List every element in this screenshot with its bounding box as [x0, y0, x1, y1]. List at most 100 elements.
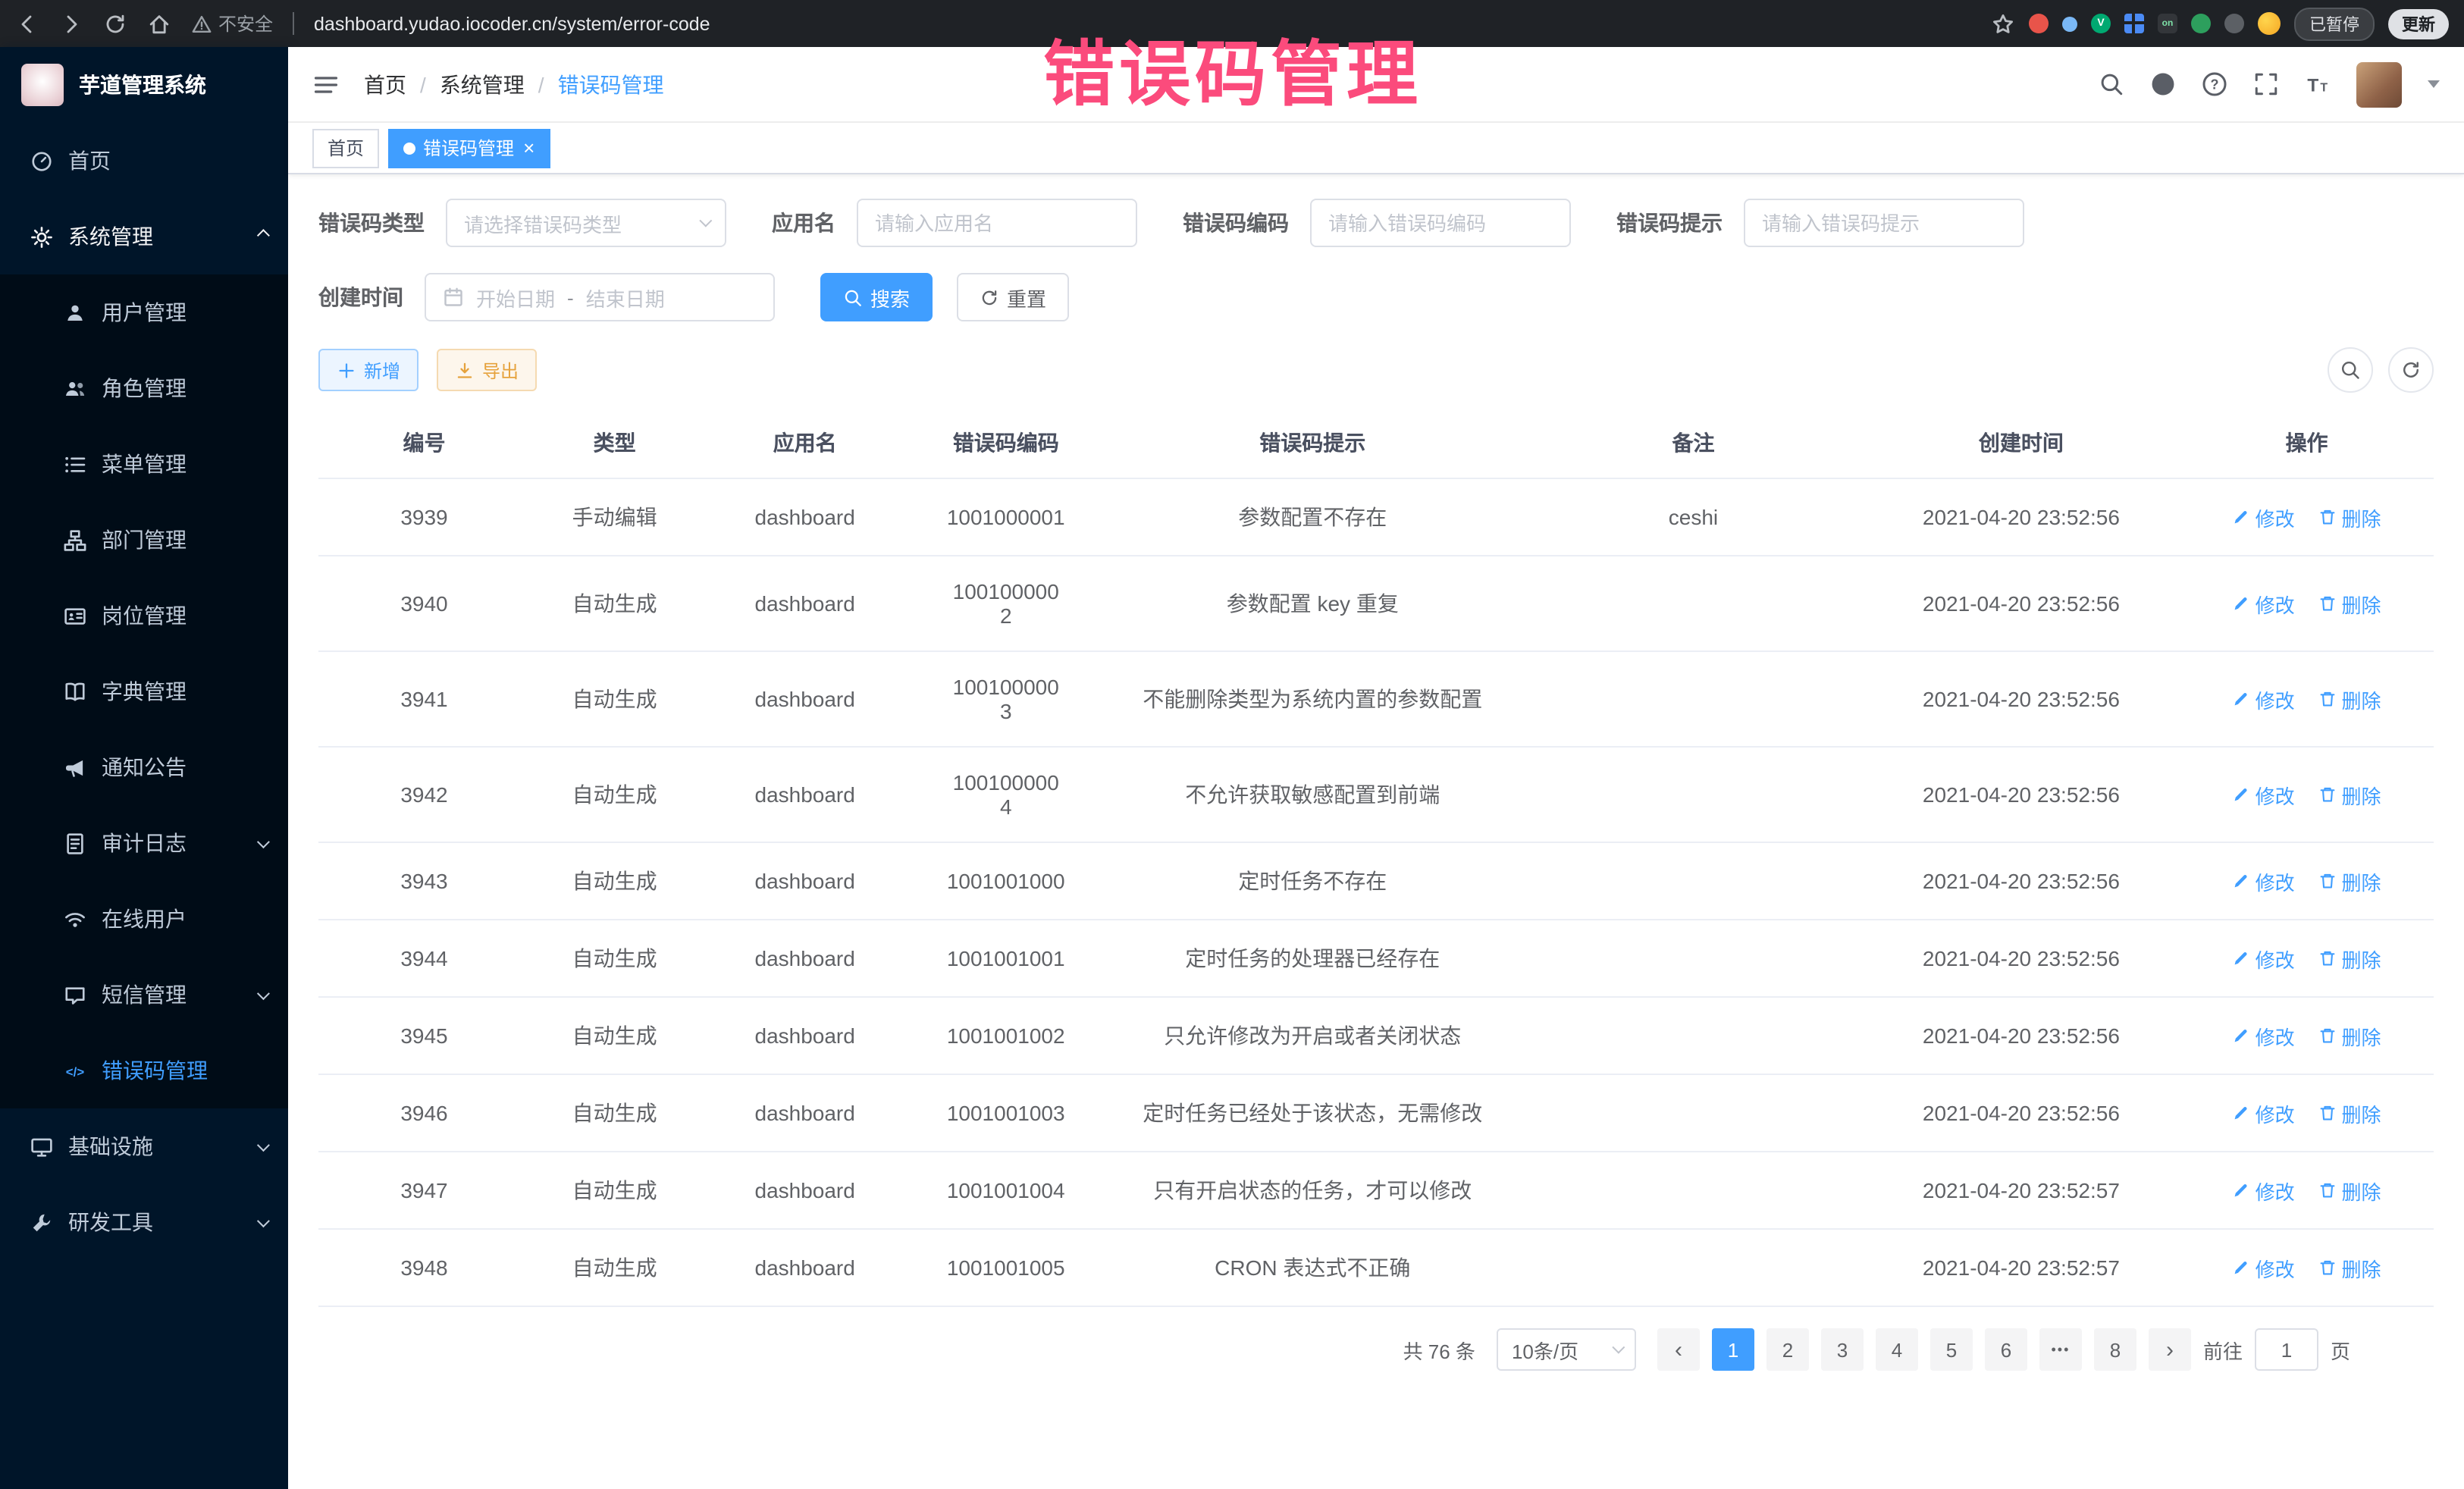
profile-emoji-icon[interactable] [2258, 12, 2281, 35]
extension-icon[interactable] [2062, 16, 2077, 31]
sidebar-item[interactable]: 系统管理 [0, 199, 288, 274]
sidebar-item[interactable]: 通知公告 [0, 729, 288, 805]
page-button[interactable]: 1 [1712, 1328, 1754, 1371]
extension-icon[interactable] [2191, 14, 2211, 33]
home-icon[interactable] [147, 11, 171, 36]
edit-link[interactable]: 修改 [2233, 1253, 2295, 1282]
edit-link[interactable]: 修改 [2233, 1176, 2295, 1205]
delete-link[interactable]: 删除 [2318, 944, 2381, 973]
extension-icon[interactable]: V [2091, 14, 2111, 33]
filter-error-type: 错误码类型 请选择错误码类型 [318, 199, 726, 247]
prev-page-button[interactable]: ‹ [1657, 1328, 1700, 1371]
site-security-indicator[interactable]: 不安全 [191, 11, 273, 36]
sidebar-item[interactable]: </> 错误码管理 [0, 1033, 288, 1108]
date-range-picker[interactable]: 开始日期 - 结束日期 [425, 273, 775, 321]
sidebar-item[interactable]: 研发工具 [0, 1184, 288, 1260]
app-name-input[interactable] [857, 199, 1137, 247]
error-type-select[interactable]: 请选择错误码类型 [446, 199, 726, 247]
sidebar-item[interactable]: 部门管理 [0, 502, 288, 578]
page-button[interactable]: ••• [2039, 1328, 2082, 1371]
app-logo[interactable]: 芋道管理系统 [0, 47, 288, 123]
edit-link[interactable]: 修改 [2233, 944, 2295, 973]
tab-home[interactable]: 首页 [312, 128, 379, 168]
sidebar-item[interactable]: 首页 [0, 123, 288, 199]
sidebar-item[interactable]: 基础设施 [0, 1108, 288, 1184]
extension-icon[interactable] [2224, 14, 2244, 33]
export-button[interactable]: 导出 [437, 349, 537, 391]
cell-app: dashboard [699, 1229, 911, 1306]
breadcrumb-home[interactable]: 首页 [364, 69, 406, 99]
extension-icon[interactable] [2124, 14, 2144, 33]
page-button[interactable]: 5 [1930, 1328, 1973, 1371]
address-url[interactable]: dashboard.yudao.iocoder.cn/system/error-… [314, 13, 710, 34]
help-icon[interactable]: ? [2202, 71, 2227, 97]
page-button[interactable]: 4 [1876, 1328, 1918, 1371]
search-button[interactable]: 搜索 [820, 273, 933, 321]
bookmark-star-icon[interactable] [1991, 11, 2015, 36]
error-msg-input[interactable] [1744, 199, 2024, 247]
tab-error-code[interactable]: 错误码管理 × [388, 128, 550, 168]
reload-icon[interactable] [103, 11, 127, 36]
page-button[interactable]: 3 [1821, 1328, 1864, 1371]
forward-icon[interactable] [59, 11, 83, 36]
edit-link[interactable]: 修改 [2233, 867, 2295, 895]
paused-badge[interactable]: 已暂停 [2294, 7, 2375, 40]
chevron-icon [257, 835, 270, 848]
chevron-icon [257, 1215, 270, 1227]
cell-id: 3946 [318, 1074, 530, 1152]
edit-link[interactable]: 修改 [2233, 1021, 2295, 1050]
chrome-left: 不安全 dashboard.yudao.iocoder.cn/system/er… [15, 11, 710, 36]
sidebar-item[interactable]: 角色管理 [0, 350, 288, 426]
delete-link[interactable]: 删除 [2318, 1253, 2381, 1282]
sidebar-item[interactable]: 在线用户 [0, 881, 288, 957]
active-dot [403, 142, 415, 154]
delete-link[interactable]: 删除 [2318, 1176, 2381, 1205]
edit-link[interactable]: 修改 [2233, 1099, 2295, 1127]
column-header: 创建时间 [1863, 408, 2180, 478]
sidebar-item[interactable]: 菜单管理 [0, 426, 288, 502]
sidebar-item[interactable]: 岗位管理 [0, 578, 288, 654]
reset-button[interactable]: 重置 [957, 273, 1069, 321]
breadcrumb-section[interactable]: 系统管理 [440, 69, 525, 99]
sidebar-item[interactable]: 用户管理 [0, 274, 288, 350]
table-row: 3944 自动生成 dashboard 1001001001 定时任务的处理器已… [318, 920, 2434, 997]
back-icon[interactable] [15, 11, 39, 36]
download-icon [455, 360, 475, 380]
delete-link[interactable]: 删除 [2318, 685, 2381, 713]
filter-row-1: 错误码类型 请选择错误码类型 应用名 错误码编码 [318, 199, 2434, 247]
next-page-button[interactable]: › [2149, 1328, 2191, 1371]
delete-link[interactable]: 删除 [2318, 1021, 2381, 1050]
sidebar-toggle-icon[interactable] [312, 71, 340, 98]
error-code-input[interactable] [1310, 199, 1571, 247]
jump-page-input[interactable] [2255, 1328, 2318, 1371]
search-icon[interactable] [2099, 71, 2124, 97]
extension-icon[interactable] [2029, 14, 2049, 33]
page-button[interactable]: 8 [2094, 1328, 2136, 1371]
refresh-table-button[interactable] [2388, 347, 2434, 393]
update-button[interactable]: 更新 [2388, 8, 2449, 39]
delete-link[interactable]: 删除 [2318, 1099, 2381, 1127]
delete-link[interactable]: 删除 [2318, 589, 2381, 618]
edit-link[interactable]: 修改 [2233, 685, 2295, 713]
page-button[interactable]: 2 [1766, 1328, 1809, 1371]
fullscreen-icon[interactable] [2253, 71, 2279, 97]
github-icon[interactable] [2150, 71, 2176, 97]
toggle-search-button[interactable] [2328, 347, 2373, 393]
edit-link[interactable]: 修改 [2233, 503, 2295, 531]
user-avatar[interactable] [2356, 61, 2402, 107]
edit-link[interactable]: 修改 [2233, 780, 2295, 809]
close-icon[interactable]: × [523, 138, 534, 158]
page-size-select[interactable]: 10条/页 [1497, 1328, 1636, 1371]
delete-link[interactable]: 删除 [2318, 503, 2381, 531]
chevron-down-icon[interactable] [2428, 80, 2440, 88]
font-size-icon[interactable]: TT [2305, 71, 2331, 97]
delete-link[interactable]: 删除 [2318, 780, 2381, 809]
sidebar-item[interactable]: 审计日志 [0, 805, 288, 881]
extension-icon[interactable]: on [2158, 14, 2177, 33]
add-button[interactable]: 新增 [318, 349, 419, 391]
edit-link[interactable]: 修改 [2233, 589, 2295, 618]
delete-link[interactable]: 删除 [2318, 867, 2381, 895]
sidebar-item[interactable]: 短信管理 [0, 957, 288, 1033]
sidebar-item[interactable]: 字典管理 [0, 654, 288, 729]
page-button[interactable]: 6 [1985, 1328, 2027, 1371]
